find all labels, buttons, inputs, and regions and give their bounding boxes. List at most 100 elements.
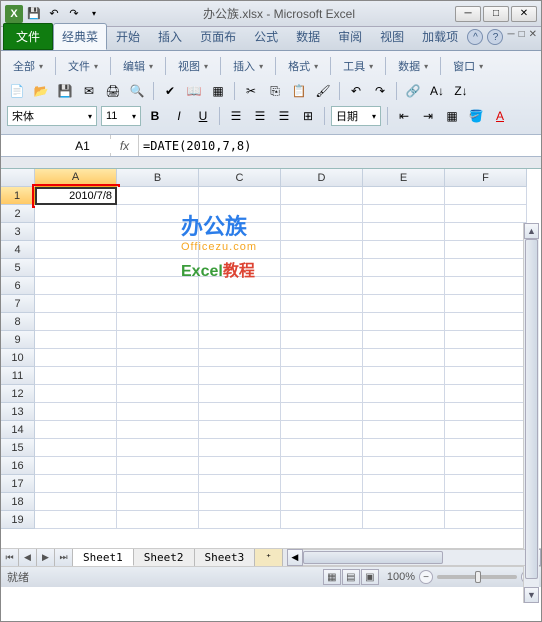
menu-全部[interactable]: 全部 bbox=[7, 56, 49, 76]
name-box[interactable]: ▾ bbox=[1, 135, 111, 156]
format-painter-icon[interactable]: 🖌 bbox=[313, 81, 333, 101]
cell-E16[interactable] bbox=[363, 457, 445, 475]
cell-D7[interactable] bbox=[281, 295, 363, 313]
row-header-12[interactable]: 12 bbox=[1, 385, 35, 403]
cell-B10[interactable] bbox=[117, 349, 199, 367]
col-header-B[interactable]: B bbox=[117, 169, 199, 187]
page-layout-icon[interactable]: ▤ bbox=[342, 569, 360, 585]
minimize-ribbon-icon[interactable]: ^ bbox=[467, 29, 483, 45]
number-format-select[interactable]: 日期▾ bbox=[331, 106, 381, 126]
col-header-C[interactable]: C bbox=[199, 169, 281, 187]
cell-D5[interactable] bbox=[281, 259, 363, 277]
scroll-down-icon[interactable]: ▼ bbox=[524, 587, 539, 603]
col-header-F[interactable]: F bbox=[445, 169, 527, 187]
qat-dropdown-icon[interactable]: ▾ bbox=[85, 5, 103, 23]
row-header-7[interactable]: 7 bbox=[1, 295, 35, 313]
cell-A18[interactable] bbox=[35, 493, 117, 511]
cell-D19[interactable] bbox=[281, 511, 363, 529]
row-header-10[interactable]: 10 bbox=[1, 349, 35, 367]
cell-C6[interactable] bbox=[199, 277, 281, 295]
new-sheet-button[interactable]: ⁺ bbox=[255, 549, 283, 566]
cell-E3[interactable] bbox=[363, 223, 445, 241]
cell-E4[interactable] bbox=[363, 241, 445, 259]
cell-A17[interactable] bbox=[35, 475, 117, 493]
cell-A4[interactable] bbox=[35, 241, 117, 259]
doc-max-icon[interactable]: □ bbox=[519, 29, 525, 45]
cell-E1[interactable] bbox=[363, 187, 445, 205]
horizontal-scrollbar[interactable]: ◀ ▶ bbox=[287, 549, 541, 566]
mail-icon[interactable]: ✉ bbox=[79, 81, 99, 101]
tab-审阅[interactable]: 审阅 bbox=[329, 23, 371, 50]
research-icon[interactable]: 📖 bbox=[184, 81, 204, 101]
tab-数据[interactable]: 数据 bbox=[287, 23, 329, 50]
cell-E17[interactable] bbox=[363, 475, 445, 493]
cell-D12[interactable] bbox=[281, 385, 363, 403]
cell-A3[interactable] bbox=[35, 223, 117, 241]
cell-E18[interactable] bbox=[363, 493, 445, 511]
sheet-next-icon[interactable]: ▶ bbox=[37, 549, 55, 566]
cell-F11[interactable] bbox=[445, 367, 527, 385]
merge-icon[interactable]: ⊞ bbox=[298, 106, 318, 126]
cell-E15[interactable] bbox=[363, 439, 445, 457]
menu-文件[interactable]: 文件 bbox=[62, 56, 104, 76]
cell-F1[interactable] bbox=[445, 187, 527, 205]
save-icon[interactable]: 💾 bbox=[25, 5, 43, 23]
row-header-8[interactable]: 8 bbox=[1, 313, 35, 331]
page-break-icon[interactable]: ▣ bbox=[361, 569, 379, 585]
print-icon[interactable]: 🖨 bbox=[103, 81, 123, 101]
zoom-slider[interactable] bbox=[437, 575, 517, 579]
cell-C15[interactable] bbox=[199, 439, 281, 457]
align-left-icon[interactable]: ☰ bbox=[226, 106, 246, 126]
cell-A8[interactable] bbox=[35, 313, 117, 331]
select-all-corner[interactable] bbox=[1, 169, 35, 187]
cell-D6[interactable] bbox=[281, 277, 363, 295]
sheet-tab-Sheet2[interactable]: Sheet2 bbox=[134, 549, 195, 566]
font-name-select[interactable]: 宋体▾ bbox=[7, 106, 97, 126]
cell-A2[interactable] bbox=[35, 205, 117, 223]
cell-B14[interactable] bbox=[117, 421, 199, 439]
cell-C7[interactable] bbox=[199, 295, 281, 313]
cell-B6[interactable] bbox=[117, 277, 199, 295]
row-header-13[interactable]: 13 bbox=[1, 403, 35, 421]
menu-编辑[interactable]: 编辑 bbox=[117, 56, 159, 76]
fill-color-icon[interactable]: 🪣 bbox=[466, 106, 486, 126]
cell-F2[interactable] bbox=[445, 205, 527, 223]
cell-C3[interactable] bbox=[199, 223, 281, 241]
cell-E19[interactable] bbox=[363, 511, 445, 529]
tab-插入[interactable]: 插入 bbox=[149, 23, 191, 50]
copy-icon[interactable]: ⎘ bbox=[265, 81, 285, 101]
col-header-D[interactable]: D bbox=[281, 169, 363, 187]
cell-B11[interactable] bbox=[117, 367, 199, 385]
formula-input[interactable] bbox=[139, 135, 541, 156]
cell-A15[interactable] bbox=[35, 439, 117, 457]
cell-A10[interactable] bbox=[35, 349, 117, 367]
cell-F6[interactable] bbox=[445, 277, 527, 295]
normal-view-icon[interactable]: ▦ bbox=[323, 569, 341, 585]
cell-D18[interactable] bbox=[281, 493, 363, 511]
tab-加载项[interactable]: 加载项 bbox=[413, 23, 467, 50]
sheet-tab-Sheet1[interactable]: Sheet1 bbox=[73, 549, 134, 566]
cell-A19[interactable] bbox=[35, 511, 117, 529]
cell-D17[interactable] bbox=[281, 475, 363, 493]
cell-B7[interactable] bbox=[117, 295, 199, 313]
indent-increase-icon[interactable]: ⇥ bbox=[418, 106, 438, 126]
cell-F3[interactable] bbox=[445, 223, 527, 241]
cell-A14[interactable] bbox=[35, 421, 117, 439]
open-icon[interactable]: 📂 bbox=[31, 81, 51, 101]
cell-D16[interactable] bbox=[281, 457, 363, 475]
cell-E9[interactable] bbox=[363, 331, 445, 349]
doc-close-icon[interactable]: ✕ bbox=[529, 29, 537, 45]
undo-icon[interactable]: ↶ bbox=[45, 5, 63, 23]
cell-A11[interactable] bbox=[35, 367, 117, 385]
font-size-select[interactable]: 11▾ bbox=[101, 106, 141, 126]
tab-页面布[interactable]: 页面布 bbox=[191, 23, 245, 50]
cell-D4[interactable] bbox=[281, 241, 363, 259]
save-toolbar-icon[interactable]: 💾 bbox=[55, 81, 75, 101]
row-header-4[interactable]: 4 bbox=[1, 241, 35, 259]
cell-F4[interactable] bbox=[445, 241, 527, 259]
row-header-14[interactable]: 14 bbox=[1, 421, 35, 439]
cell-B13[interactable] bbox=[117, 403, 199, 421]
cell-B1[interactable] bbox=[117, 187, 199, 205]
row-header-5[interactable]: 5 bbox=[1, 259, 35, 277]
menu-视图[interactable]: 视图 bbox=[172, 56, 214, 76]
